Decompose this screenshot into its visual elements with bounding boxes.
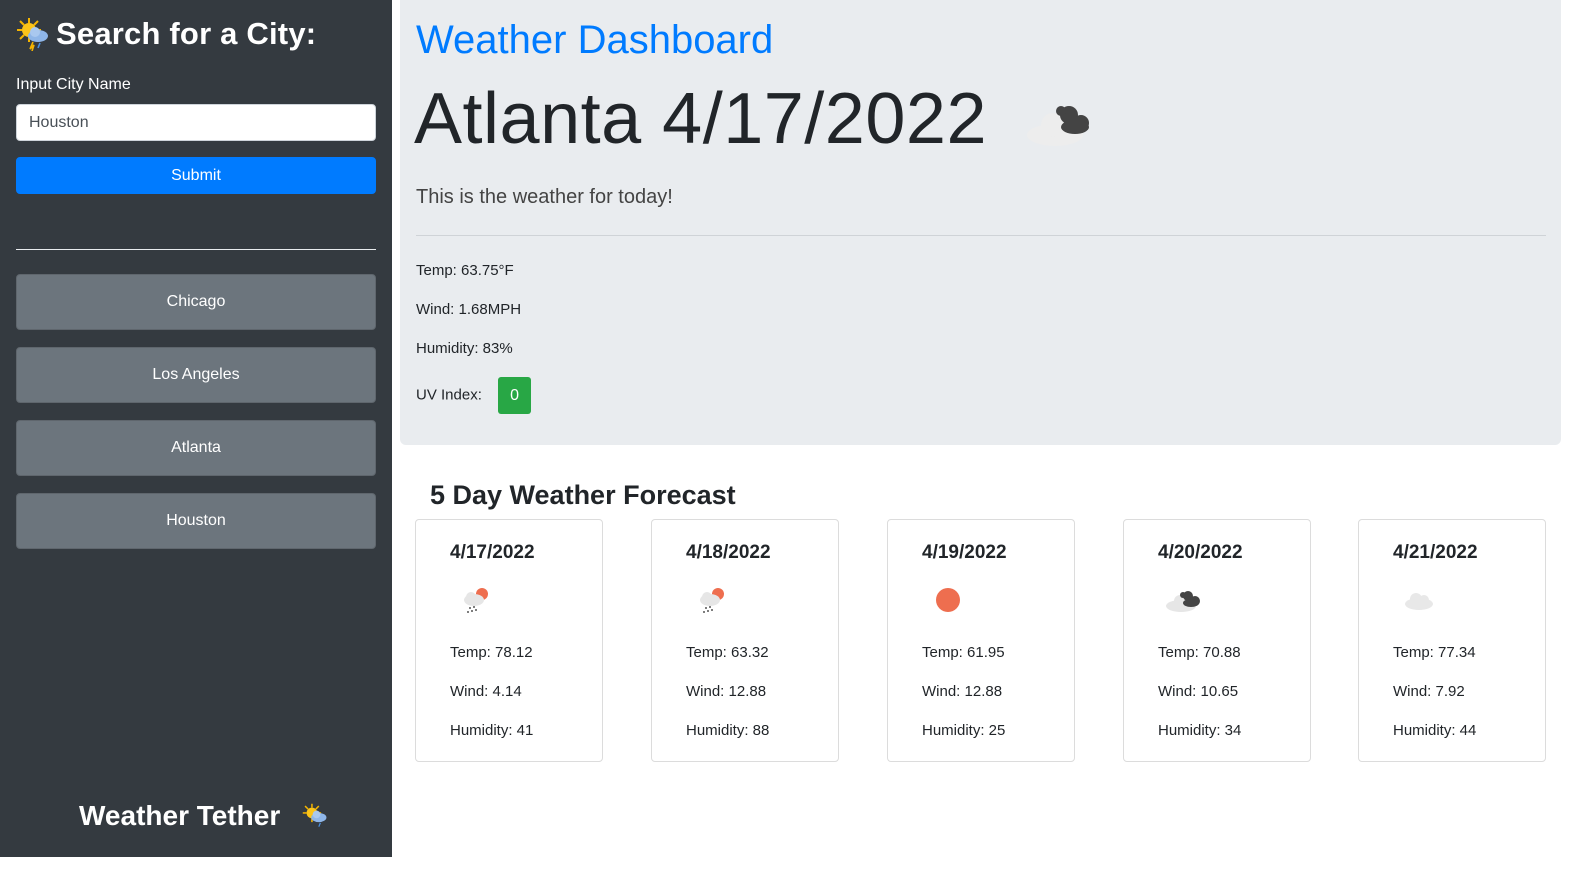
- forecast-humidity: Humidity: 44: [1393, 722, 1477, 739]
- forecast-date: 4/20/2022: [1158, 542, 1243, 563]
- sidebar-title-text: Search for a City:: [56, 16, 317, 51]
- city-search-input[interactable]: [16, 104, 376, 141]
- forecast-date: 4/19/2022: [922, 542, 1007, 563]
- forecast-humidity: Humidity: 34: [1158, 722, 1242, 739]
- light-rain-icon: [464, 588, 488, 613]
- sidebar: Search for a City: Input City Name Submi…: [0, 0, 392, 857]
- history-button-atlanta[interactable]: Atlanta: [16, 420, 376, 476]
- footer-brand-text: Weather Tether: [79, 800, 281, 831]
- current-city-header: Atlanta 4/17/2022: [414, 78, 1099, 160]
- forecast-wind: Wind: 10.65: [1158, 683, 1239, 700]
- cloud-icon: [1405, 593, 1433, 610]
- sidebar-title: Search for a City:: [16, 16, 316, 52]
- forecast-card: 4/18/2022 Temp: 63.32 Wind: 12.88 Humidi…: [651, 519, 839, 762]
- current-weather-panel: Weather Dashboard Atlanta 4/17/2022 This…: [400, 0, 1561, 445]
- forecast-wind: Wind: 4.14: [450, 683, 522, 700]
- page-title: Weather Dashboard: [416, 18, 774, 62]
- forecast-wind: Wind: 12.88: [686, 683, 767, 700]
- uv-index-badge: 0: [498, 377, 532, 414]
- forecast-date: 4/21/2022: [1393, 542, 1478, 563]
- history-button-los-angeles[interactable]: Los Angeles: [16, 347, 376, 403]
- forecast-humidity: Humidity: 41: [450, 722, 534, 739]
- history-button-houston[interactable]: Houston: [16, 493, 376, 549]
- footer-brand: Weather Tether: [79, 800, 328, 832]
- broken-clouds-icon: [1166, 591, 1200, 612]
- sun-cloud-rain-icon: [303, 803, 327, 827]
- sun-cloud-rain-icon: [17, 18, 48, 51]
- current-wind: Wind: 1.68MPH: [416, 301, 522, 318]
- forecast-card: 4/21/2022 Temp: 77.34 Wind: 7.92 Humidit…: [1358, 519, 1546, 762]
- uv-index-label: UV Index:: [416, 386, 482, 404]
- light-rain-icon: [700, 588, 724, 613]
- current-uv-row: UV Index: 0: [416, 377, 532, 414]
- forecast-card: 4/17/2022 Temp: 78.12 Wind: 4.14 Humidit…: [415, 519, 603, 762]
- submit-button[interactable]: Submit: [16, 157, 376, 194]
- forecast-temp: Temp: 61.95: [922, 644, 1005, 661]
- current-lead-text: This is the weather for today!: [416, 186, 673, 208]
- forecast-wind: Wind: 12.88: [922, 683, 1003, 700]
- broken-clouds-icon: [1026, 106, 1089, 146]
- search-history-list: Chicago Los Angeles Atlanta Houston: [16, 274, 376, 566]
- forecast-humidity: Humidity: 25: [922, 722, 1006, 739]
- current-divider: [416, 235, 1546, 236]
- forecast-temp: Temp: 63.32: [686, 644, 769, 661]
- forecast-date: 4/17/2022: [450, 542, 535, 563]
- forecast-wind: Wind: 7.92: [1393, 683, 1465, 700]
- current-humidity: Humidity: 83%: [416, 340, 513, 357]
- sidebar-divider: [16, 249, 376, 250]
- current-date: 4/17/2022: [662, 79, 987, 159]
- forecast-humidity: Humidity: 88: [686, 722, 770, 739]
- forecast-temp: Temp: 70.88: [1158, 644, 1241, 661]
- forecast-temp: Temp: 77.34: [1393, 644, 1476, 661]
- forecast-title: 5 Day Weather Forecast: [430, 480, 736, 510]
- history-button-chicago[interactable]: Chicago: [16, 274, 376, 330]
- current-city-name: Atlanta: [414, 79, 642, 159]
- current-temp: Temp: 63.75°F: [416, 262, 514, 279]
- forecast-card: 4/20/2022 Temp: 70.88 Wind: 10.65 Humidi…: [1123, 519, 1311, 762]
- forecast-card: 4/19/2022 Temp: 61.95 Wind: 12.88 Humidi…: [887, 519, 1075, 762]
- city-input-label: Input City Name: [16, 76, 131, 93]
- clear-sun-icon: [936, 588, 960, 612]
- forecast-date: 4/18/2022: [686, 542, 771, 563]
- forecast-temp: Temp: 78.12: [450, 644, 533, 661]
